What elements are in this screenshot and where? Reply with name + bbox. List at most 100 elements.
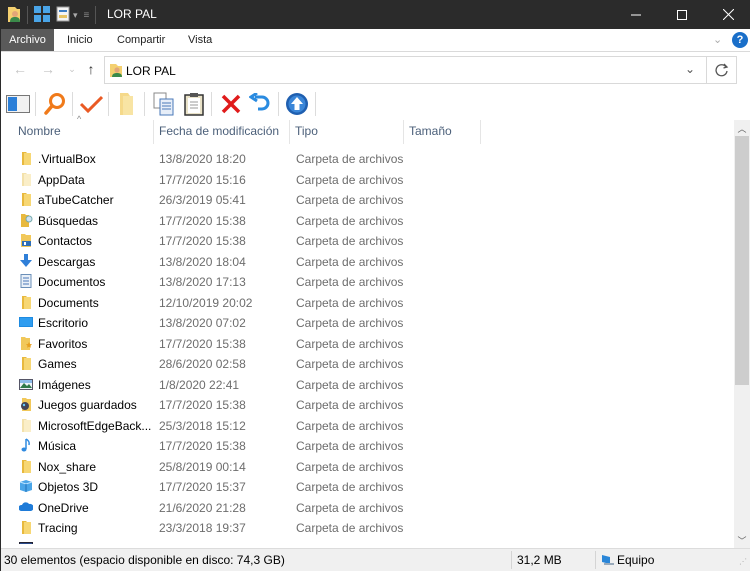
file-type: Carpeta de archivos: [296, 542, 403, 545]
search-button[interactable]: [42, 91, 68, 117]
file-row[interactable]: Documentos 13/8/2020 17:13 Carpeta de arch…: [1, 271, 734, 292]
user-folder-icon[interactable]: [7, 5, 21, 26]
favorites-icon: [19, 336, 33, 350]
select-button[interactable]: [78, 91, 104, 117]
music-icon: [19, 438, 33, 452]
file-name: aTubeCatcher: [38, 193, 114, 207]
address-dropdown-icon[interactable]: ⌄: [685, 62, 695, 76]
column-tipo[interactable]: Tipo: [290, 120, 404, 144]
file-explorer-window: ▾ ≡ LOR PAL Archivo Inicio Compartir Vis…: [0, 0, 750, 571]
file-date: 12/10/2019 20:02: [159, 295, 253, 310]
blue-up-circle-icon: [286, 93, 308, 115]
file-name: .VirtualBox: [38, 152, 96, 166]
column-tamano[interactable]: Tamaño: [404, 120, 481, 144]
folder-hidden-icon: [19, 172, 33, 186]
column-fecha[interactable]: Fecha de modificación: [154, 120, 290, 144]
up-button[interactable]: ↑: [82, 60, 100, 78]
file-name: Música: [38, 439, 77, 453]
forward-arrow-icon: →: [41, 61, 55, 77]
file-date: 17/7/2020 15:38: [159, 234, 246, 248]
file-date: 17/7/2020 15:16: [159, 172, 246, 187]
file-row[interactable]: Contactos 17/7/2020 15:38 Carpeta de archi…: [1, 230, 734, 251]
scroll-down-button[interactable]: ﹀: [734, 532, 750, 548]
properties-icon[interactable]: [56, 6, 70, 25]
file-date: 23/3/2018 19:37: [159, 521, 246, 535]
minimize-button[interactable]: [613, 0, 659, 29]
paste-button[interactable]: [181, 91, 207, 117]
file-type: Carpeta de archivos: [296, 459, 404, 474]
tab-vista[interactable]: Vista: [178, 29, 222, 51]
up-level-button[interactable]: [284, 91, 310, 117]
file-row[interactable]: Nox_share 25/8/2019 00:14 Carpeta de archi…: [1, 456, 734, 477]
file-type: Carpeta de archivos: [296, 480, 404, 494]
forward-button[interactable]: →: [39, 60, 57, 78]
file-name: Escritorio: [38, 316, 89, 330]
close-button[interactable]: [705, 0, 750, 29]
file-type: Carpeta de archivos: [296, 336, 404, 351]
chevron-down-icon: ⌄: [68, 63, 76, 74]
file-row[interactable]: OneDrive 21/6/2020 21:28 Carpeta de archiv…: [1, 497, 734, 518]
separator: [27, 6, 28, 24]
maximize-icon: [677, 9, 687, 20]
file-row[interactable]: AppData 17/7/2020 15:16 Carpeta de archivo…: [1, 169, 734, 190]
file-date: 17/7/2020 15:38: [159, 439, 246, 453]
folder-icon: [19, 459, 33, 473]
undo-icon: [249, 93, 270, 111]
folder-icon: [120, 93, 133, 115]
file-type: Carpeta de archivos: [296, 234, 404, 248]
undo-button[interactable]: [247, 91, 273, 117]
new-folder-button[interactable]: [114, 91, 140, 117]
file-row[interactable]: Documents 12/10/2019 20:02 Carpeta de arch…: [1, 292, 734, 313]
scroll-thumb[interactable]: [735, 136, 749, 385]
file-row[interactable]: Vídeos 4/8/2020 20:17 Carpeta de archivos: [1, 538, 734, 545]
resize-grip-icon[interactable]: ⋰: [739, 557, 747, 566]
expand-ribbon-icon[interactable]: ⌄: [713, 33, 722, 46]
copy-button[interactable]: [151, 91, 177, 117]
customize-dropdown-icon[interactable]: ▾: [73, 10, 78, 21]
maximize-button[interactable]: [659, 0, 705, 29]
navigation-bar: ← → ⌄ ↑ LOR PAL ⌄: [1, 52, 750, 88]
objects3d-icon: [19, 479, 33, 493]
tab-archivo[interactable]: Archivo: [1, 29, 54, 51]
pictures-icon: [19, 377, 33, 391]
file-row[interactable]: Imágenes 1/8/2020 22:41 Carpeta de archivo…: [1, 374, 734, 395]
file-name: Búsquedas: [38, 213, 99, 228]
file-row[interactable]: Favoritos 17/7/2020 15:38 Carpeta de archi…: [1, 333, 734, 354]
delete-button[interactable]: [218, 91, 244, 117]
scroll-up-button[interactable]: ︿: [734, 120, 750, 136]
address-bar[interactable]: LOR PAL ⌄: [104, 56, 707, 84]
folder-icon: [19, 356, 33, 370]
file-row[interactable]: Descargas 13/8/2020 18:04 Carpeta de archi…: [1, 251, 734, 272]
navigation-pane-button[interactable]: [5, 91, 31, 117]
help-icon[interactable]: ?: [732, 32, 748, 48]
file-type: Carpeta de archivos: [296, 439, 404, 453]
file-name: MicrosoftEdgeBack...: [38, 418, 152, 433]
customize-menu-icon[interactable]: ≡: [84, 10, 90, 21]
folder-icon: [19, 151, 33, 165]
column-nombre[interactable]: Nombre: [13, 120, 154, 144]
file-row[interactable]: Búsquedas 17/7/2020 15:38 Carpeta de archi…: [1, 210, 734, 231]
ribbon-tabs: Archivo Inicio Compartir Vista ⌄ ?: [1, 29, 750, 52]
file-row[interactable]: Música 17/7/2020 15:38 Carpeta de archivos: [1, 435, 734, 456]
file-row[interactable]: Juegos guardados 17/7/2020 15:38 Carpeta d…: [1, 394, 734, 415]
file-date: 28/6/2020 02:58: [159, 357, 246, 371]
recent-locations-button[interactable]: ⌄: [63, 60, 81, 78]
close-icon: [722, 9, 734, 20]
file-row[interactable]: Escritorio 13/8/2020 07:02 Carpeta de arch…: [1, 312, 734, 333]
vertical-scrollbar[interactable]: ︿ ﹀: [734, 120, 750, 548]
back-button[interactable]: ←: [11, 60, 29, 78]
file-row[interactable]: MicrosoftEdgeBack... 25/3/2018 15:12 Carpe…: [1, 415, 734, 436]
view-grid-icon[interactable]: [34, 5, 50, 25]
tab-compartir[interactable]: Compartir: [107, 29, 175, 51]
file-row[interactable]: aTubeCatcher 26/3/2019 05:41 Carpeta de ar…: [1, 189, 734, 210]
file-row[interactable]: Tracing 23/3/2018 19:37 Carpeta de archivo…: [1, 517, 734, 538]
chevron-up-icon: ︿: [737, 123, 747, 134]
tab-inicio[interactable]: Inicio: [57, 29, 103, 51]
refresh-button[interactable]: [707, 56, 737, 84]
title-bar: ▾ ≡ LOR PAL: [1, 0, 750, 29]
file-row[interactable]: Games 28/6/2020 02:58 Carpeta de archivos: [1, 353, 734, 374]
file-date: 17/7/2020 15:37: [159, 480, 246, 494]
file-row[interactable]: Objetos 3D 17/7/2020 15:37 Carpeta de arch…: [1, 476, 734, 497]
file-row[interactable]: .VirtualBox 13/8/2020 18:20 Carpeta de arc…: [1, 148, 734, 169]
selection-size: 31,2 MB: [517, 553, 562, 567]
